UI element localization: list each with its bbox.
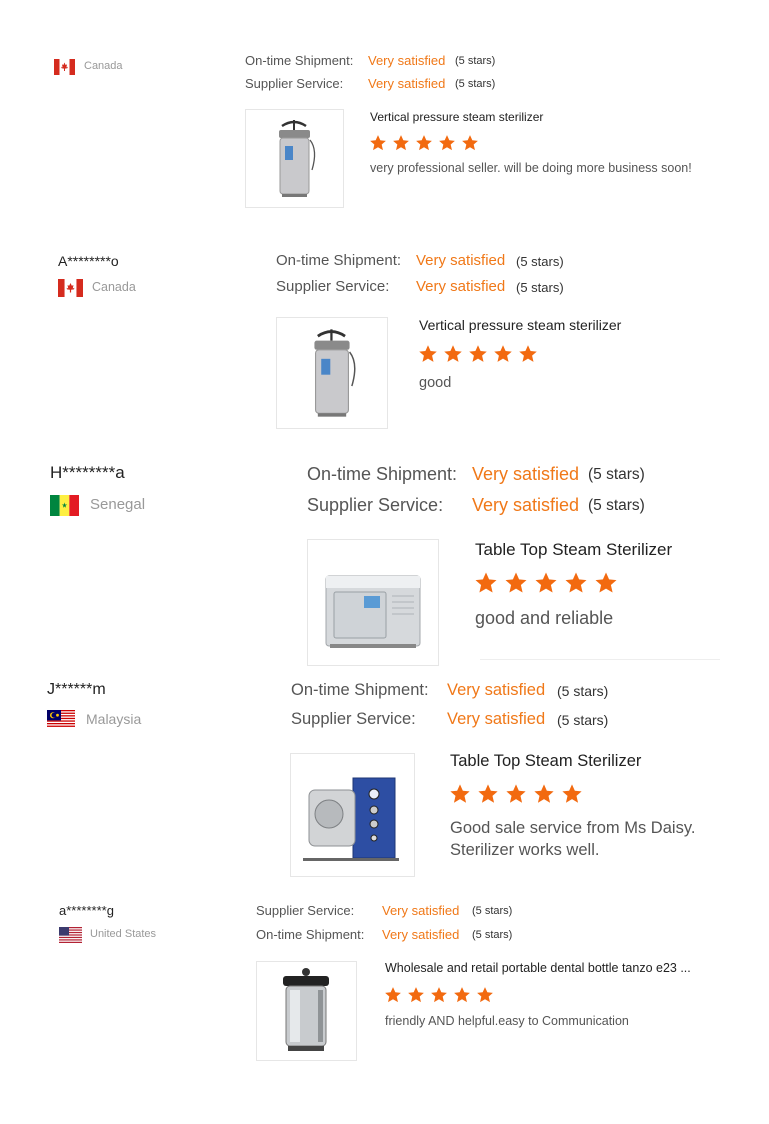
review-card: Canada On-time Shipment: Very satisfied … (0, 0, 769, 230)
rating-stars-text: (5 stars) (588, 497, 645, 514)
rating-label: Supplier Service: (256, 903, 355, 918)
reviewer-country: Senegal (90, 496, 146, 513)
star-icon (439, 135, 455, 151)
star-icon (450, 784, 470, 803)
rating-stars-text: (5 stars) (516, 254, 564, 269)
reviewer-name: J******m (47, 681, 106, 698)
star-icon (469, 345, 487, 362)
canada-flag-icon (54, 59, 75, 75)
review-card: H********a Senegal On-time Shipment: Ver… (0, 450, 769, 666)
product-title[interactable]: Vertical pressure steam sterilizer (419, 317, 621, 333)
star-icon (385, 987, 401, 1003)
star-rating (369, 134, 484, 152)
star-icon (477, 987, 493, 1003)
rating-label: On-time Shipment: (256, 927, 365, 942)
rating-value: Very satisfied (368, 76, 446, 91)
star-icon (431, 987, 447, 1003)
tabletop-sterilizer-image[interactable] (307, 539, 439, 666)
star-icon (478, 784, 498, 803)
reviewer-country: Canada (92, 280, 136, 294)
star-icon (416, 135, 432, 151)
rating-stars-text: (5 stars) (455, 55, 496, 67)
rating-value: Very satisfied (382, 903, 460, 918)
review-comment: very professional seller. will be doing … (370, 161, 692, 175)
star-icon (565, 572, 587, 593)
star-icon (444, 345, 462, 362)
rating-stars-text: (5 stars) (455, 78, 496, 90)
reviewer-country: United States (90, 928, 157, 940)
rating-stars-text: (5 stars) (588, 466, 645, 483)
star-rating (418, 344, 543, 364)
rating-label: On-time Shipment: (245, 53, 354, 68)
rating-label: Supplier Service: (291, 710, 416, 728)
rating-label: On-time Shipment: (291, 681, 429, 699)
star-icon (534, 784, 554, 803)
review-comment: good and reliable (475, 608, 614, 628)
star-icon (595, 572, 617, 593)
rating-stars-text: (5 stars) (516, 280, 564, 295)
rating-label: Supplier Service: (245, 76, 344, 91)
product-title[interactable]: Table Top Steam Sterilizer (475, 540, 672, 560)
star-icon (562, 784, 582, 803)
star-icon (506, 784, 526, 803)
vertical-sterilizer-image[interactable] (276, 317, 388, 429)
rating-value: Very satisfied (447, 710, 546, 728)
rating-value: Very satisfied (416, 252, 506, 269)
portable-autoclave-image[interactable] (256, 961, 357, 1061)
star-icon (462, 135, 478, 151)
star-icon (519, 345, 537, 362)
rating-label: On-time Shipment: (276, 252, 402, 269)
review-comment: friendly AND helpful.easy to Communicati… (385, 1014, 629, 1028)
rating-stars-text: (5 stars) (557, 712, 609, 728)
vertical-sterilizer-image[interactable] (245, 109, 344, 208)
rating-value: Very satisfied (416, 278, 506, 295)
star-rating (474, 571, 624, 595)
star-icon (454, 987, 470, 1003)
star-icon (419, 345, 437, 362)
rating-label: Supplier Service: (276, 278, 390, 295)
product-title[interactable]: Wholesale and retail portable dental bot… (385, 961, 691, 975)
review-card: A********o Canada On-time Shipment: Very… (0, 230, 769, 450)
rating-value: Very satisfied (368, 53, 446, 68)
rating-value: Very satisfied (472, 495, 580, 515)
canada-flag-icon (58, 279, 83, 297)
review-comment: Good sale service from Ms Daisy. Sterili… (450, 819, 696, 859)
reviewer-country: Malaysia (86, 711, 142, 727)
rating-stars-text: (5 stars) (472, 929, 513, 941)
star-icon (505, 572, 527, 593)
tabletop-sterilizer-image[interactable] (290, 753, 415, 877)
review-comment: good (419, 375, 452, 391)
star-icon (393, 135, 409, 151)
star-icon (408, 987, 424, 1003)
us-flag-icon (59, 927, 82, 943)
rating-value: Very satisfied (472, 464, 580, 484)
reviewer-name: a********g (59, 903, 114, 918)
star-rating (449, 783, 589, 805)
star-icon (370, 135, 386, 151)
star-icon (494, 345, 512, 362)
star-rating (384, 986, 499, 1004)
section-divider (480, 659, 720, 660)
senegal-flag-icon (50, 495, 79, 516)
rating-stars-text: (5 stars) (557, 683, 609, 699)
product-title[interactable]: Vertical pressure steam sterilizer (370, 110, 543, 124)
reviewer-name: A********o (58, 253, 119, 269)
star-icon (475, 572, 497, 593)
rating-stars-text: (5 stars) (472, 905, 513, 917)
reviewer-country: Canada (84, 60, 123, 72)
malaysia-flag-icon (47, 710, 75, 728)
review-card: J******m Malaysia On-time Shipment: Very… (0, 672, 769, 882)
product-title[interactable]: Table Top Steam Sterilizer (450, 752, 641, 771)
star-icon (535, 572, 557, 593)
review-card: a********g United States Supplier Servic… (0, 890, 769, 1124)
rating-value: Very satisfied (382, 927, 460, 942)
rating-value: Very satisfied (447, 681, 546, 699)
rating-label: On-time Shipment: (307, 464, 458, 484)
rating-label: Supplier Service: (307, 495, 444, 515)
reviewer-name: H********a (50, 463, 125, 482)
